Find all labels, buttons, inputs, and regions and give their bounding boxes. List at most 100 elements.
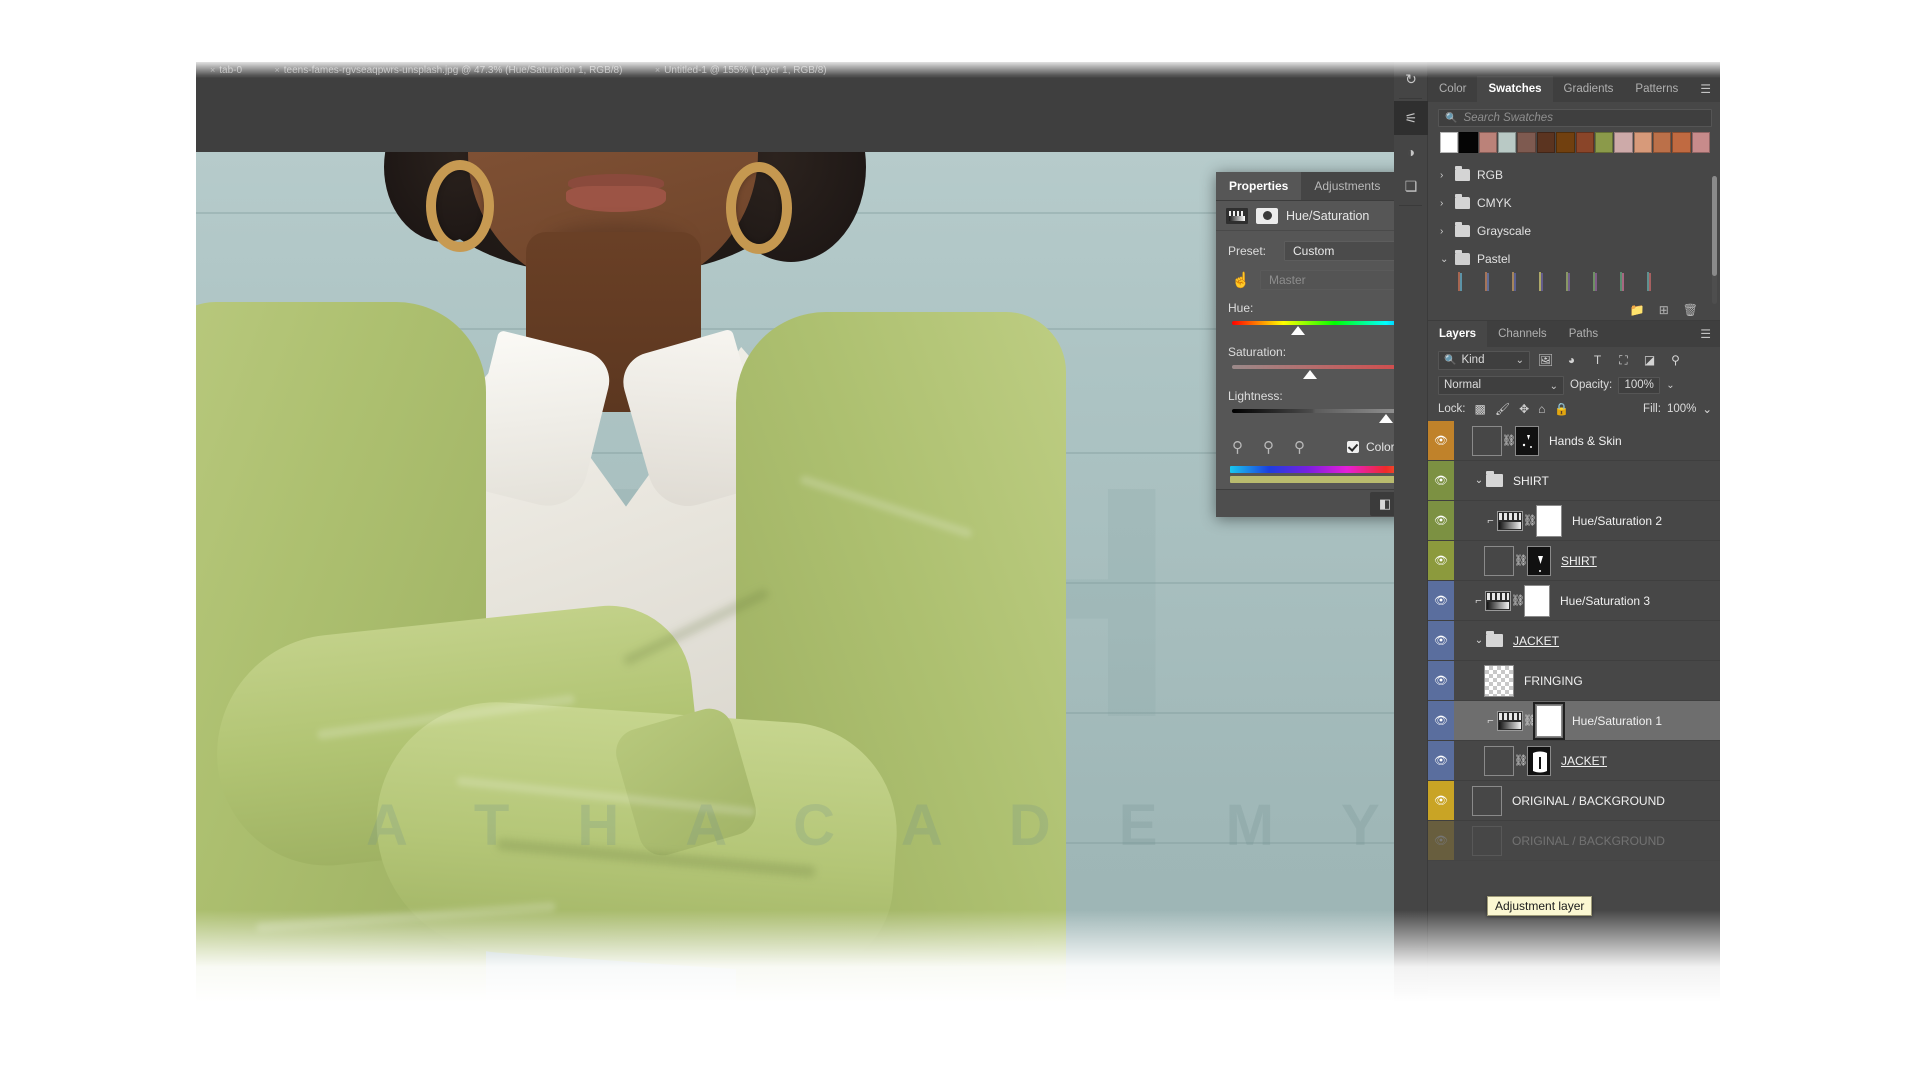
libraries-icon[interactable]: ❏: [1394, 169, 1428, 203]
tab-layers[interactable]: Layers: [1428, 321, 1488, 347]
layer-thumbnail[interactable]: [1472, 425, 1502, 456]
link-icon[interactable]: ⛓: [1523, 514, 1537, 527]
link-icon[interactable]: ⛓: [1514, 754, 1528, 767]
swatch-group-cmyk[interactable]: › CMYK: [1428, 189, 1720, 217]
layer-color-label[interactable]: 👁: [1428, 501, 1454, 540]
document-tab-0[interactable]: × tab-0: [196, 62, 256, 76]
swatch[interactable]: [1556, 132, 1575, 153]
close-icon[interactable]: ×: [655, 65, 660, 75]
document-tab-1[interactable]: × teens-fames-rgvseaqpwrs-unsplash.jpg @ …: [261, 62, 637, 76]
link-icon[interactable]: ⛓: [1514, 554, 1528, 567]
hamburger-icon[interactable]: ☰: [1691, 76, 1720, 102]
layer-name[interactable]: Hue/Saturation 3: [1560, 594, 1650, 608]
tab-adjustments[interactable]: Adjustments: [1301, 172, 1393, 200]
eye-icon[interactable]: 👁: [1434, 594, 1448, 607]
layer-color-label[interactable]: 👁: [1428, 741, 1454, 780]
lock-all-icon[interactable]: 🔒: [1554, 402, 1569, 416]
layer-row-group-jacket[interactable]: 👁 ⌄ JACKET: [1428, 621, 1720, 661]
swatch[interactable]: [1691, 132, 1711, 153]
layer-thumbnail[interactable]: [1472, 785, 1502, 816]
link-icon[interactable]: ⛓: [1523, 714, 1537, 727]
chevron-down-icon[interactable]: ⌄: [1472, 635, 1486, 646]
layer-row-shirt[interactable]: 👁 ⛓ SHIRT: [1428, 541, 1720, 581]
layer-name[interactable]: JACKET: [1561, 754, 1607, 768]
layer-row-original-background[interactable]: 👁 ORIGINAL / BACKGROUND: [1428, 781, 1720, 821]
panel-rail[interactable]: ↻ ⚟ ◑ ❏: [1394, 62, 1428, 988]
fill-input[interactable]: 100%: [1667, 403, 1696, 415]
filter-toggle-icon[interactable]: ⚲: [1665, 351, 1686, 370]
lock-image-pixels-icon[interactable]: 🖌: [1495, 402, 1510, 416]
layer-row-jacket[interactable]: 👁 ⛓ JACKET: [1428, 741, 1720, 781]
hamburger-icon[interactable]: ☰: [1691, 321, 1720, 347]
layer-list[interactable]: 👁 ⛓ Hands & Skin 👁 ⌄ SHIRT 👁 ⌐ ⛓ Hue/Sat…: [1428, 421, 1720, 861]
close-icon[interactable]: ×: [275, 65, 280, 75]
document-tab-2[interactable]: × Untitled-1 @ 155% (Layer 1, RGB/8): [641, 62, 841, 76]
swatch[interactable]: [1440, 132, 1459, 153]
type-layer-filter-icon[interactable]: T: [1587, 351, 1608, 370]
tab-properties[interactable]: Properties: [1216, 172, 1302, 200]
eye-icon[interactable]: 👁: [1434, 634, 1448, 647]
swatch[interactable]: [1652, 132, 1672, 153]
swatch[interactable]: [1498, 132, 1517, 153]
pixel-layer-filter-icon[interactable]: 🖼: [1535, 351, 1556, 370]
tab-paths[interactable]: Paths: [1558, 321, 1609, 347]
layer-color-label[interactable]: 👁: [1428, 461, 1454, 500]
delete-swatch-icon[interactable]: 🗑: [1683, 303, 1698, 317]
pastel-swatch[interactable]: [1647, 272, 1673, 291]
layer-row-hands-skin[interactable]: 👁 ⛓ Hands & Skin: [1428, 421, 1720, 461]
chevron-down-icon[interactable]: ⌄: [1472, 475, 1486, 486]
layer-row-group-shirt[interactable]: 👁 ⌄ SHIRT: [1428, 461, 1720, 501]
eyedropper-plus-icon[interactable]: ⚲: [1263, 438, 1274, 456]
link-icon[interactable]: ⛓: [1511, 594, 1525, 607]
close-icon[interactable]: ×: [210, 65, 215, 75]
swatches-tab-strip[interactable]: Color Swatches Gradients Patterns ☰: [1428, 76, 1720, 102]
layer-color-label[interactable]: 👁: [1428, 781, 1454, 820]
layer-name[interactable]: Hands & Skin: [1549, 434, 1622, 448]
eye-icon[interactable]: 👁: [1434, 514, 1448, 527]
layer-color-label[interactable]: 👁: [1428, 541, 1454, 580]
adjustment-thumbnail[interactable]: [1497, 510, 1523, 531]
eye-icon[interactable]: 👁: [1434, 434, 1448, 447]
new-swatch-icon[interactable]: ⊞: [1659, 303, 1669, 317]
adjustment-layer-filter-icon[interactable]: ◕: [1561, 351, 1582, 370]
layer-row-hue-saturation-3[interactable]: 👁 ⌐ ⛓ Hue/Saturation 3: [1428, 581, 1720, 621]
layer-mask-thumbnail[interactable]: [1515, 425, 1539, 456]
adjustments-icon[interactable]: ⚟: [1394, 101, 1428, 135]
document-image[interactable]: ATH A C A D E M Y: [196, 152, 1394, 1002]
layers-tab-strip[interactable]: Layers Channels Paths ☰: [1428, 321, 1720, 347]
saturation-thumb[interactable]: [1303, 370, 1318, 379]
swatch-group-pastel[interactable]: ⌄ Pastel: [1428, 245, 1720, 273]
layer-thumbnail[interactable]: [1484, 745, 1514, 776]
layer-row-hue-saturation-2[interactable]: 👁 ⌐ ⛓ Hue/Saturation 2: [1428, 501, 1720, 541]
tab-swatches[interactable]: Swatches: [1477, 76, 1553, 102]
layer-mask-icon[interactable]: [1256, 207, 1278, 224]
layer-mask-thumbnail[interactable]: [1527, 745, 1551, 776]
layer-thumbnail[interactable]: [1484, 545, 1514, 576]
layer-name[interactable]: SHIRT: [1561, 554, 1597, 568]
layer-color-label[interactable]: 👁: [1428, 421, 1454, 460]
pastel-swatch[interactable]: [1458, 272, 1484, 291]
layer-name[interactable]: JACKET: [1513, 634, 1559, 648]
lock-position-icon[interactable]: ✥: [1519, 402, 1529, 416]
chevron-down-icon[interactable]: ⌄: [1666, 380, 1674, 391]
link-icon[interactable]: ⛓: [1502, 434, 1516, 447]
tab-patterns[interactable]: Patterns: [1624, 76, 1689, 102]
pastel-swatch[interactable]: [1593, 272, 1619, 291]
eye-icon[interactable]: 👁: [1434, 474, 1448, 487]
tab-gradients[interactable]: Gradients: [1553, 76, 1625, 102]
swatch[interactable]: [1536, 132, 1556, 153]
document-tab-bar[interactable]: × tab-0 × teens-fames-rgvseaqpwrs-unsplash…: [196, 62, 1720, 76]
swatch[interactable]: [1478, 132, 1498, 153]
pastel-swatch-row[interactable]: [1458, 272, 1720, 291]
swatch[interactable]: [1575, 132, 1594, 153]
swatches-scrollbar[interactable]: [1712, 176, 1717, 304]
eye-icon[interactable]: 👁: [1434, 554, 1448, 567]
eyedropper-minus-icon[interactable]: ⚲: [1294, 438, 1305, 456]
swatch-group-grayscale[interactable]: › Grayscale: [1428, 217, 1720, 245]
pastel-swatch[interactable]: [1539, 272, 1565, 291]
eye-icon[interactable]: 👁: [1434, 794, 1448, 807]
eye-icon[interactable]: 👁: [1434, 754, 1448, 767]
layer-mask-thumbnail[interactable]: [1524, 584, 1550, 617]
layer-kind-filter[interactable]: 🔍 Kind ⌄: [1438, 350, 1530, 370]
lightness-thumb[interactable]: [1379, 414, 1393, 423]
